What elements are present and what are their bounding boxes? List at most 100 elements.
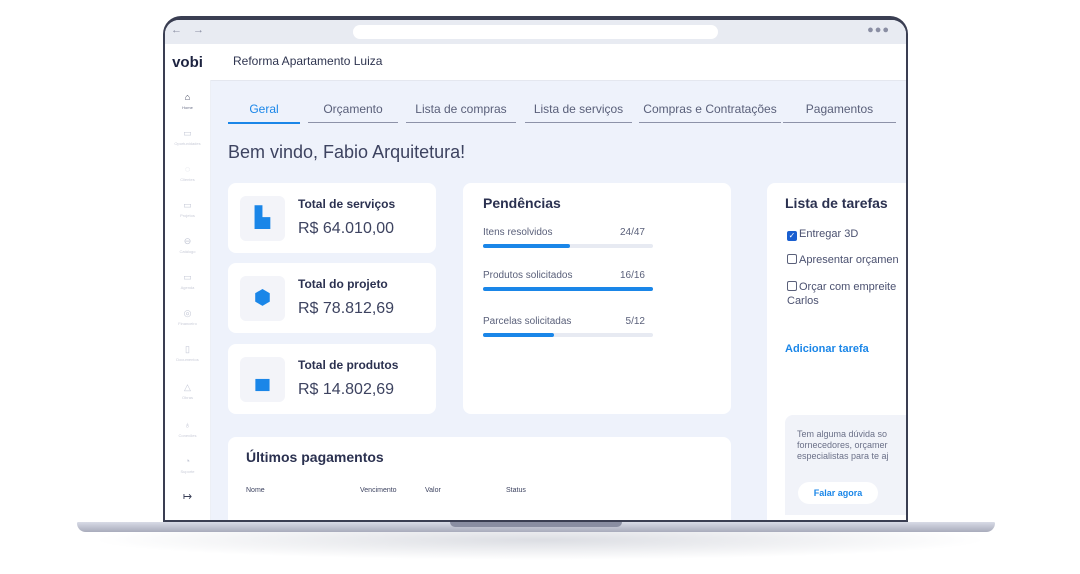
- calendar-icon: ▭: [183, 272, 192, 282]
- crane-icon: △: [184, 382, 191, 392]
- welcome-heading: Bem vindo, Fabio Arquitetura!: [228, 142, 466, 162]
- help-box: Tem alguma dúvida so fornecedores, orçam…: [785, 415, 906, 515]
- progress-fill: [483, 244, 570, 248]
- pendencia-count: 5/12: [625, 316, 645, 327]
- sidebar-item-label: Documentos: [176, 357, 199, 362]
- help-text-line: Tem alguma dúvida so: [797, 429, 888, 439]
- sidebar-item-label: Financeiro: [178, 321, 197, 326]
- stat-value: R$ 14.802,69: [298, 381, 395, 398]
- stat-title: Total de produtos: [298, 358, 399, 372]
- tarefas-card: Lista de tarefas ✓ Entregar 3D Apresentar…: [767, 183, 906, 520]
- progress-track: [483, 333, 653, 337]
- pendencias-title: Pendências: [483, 195, 561, 211]
- tab-orcamento[interactable]: Orçamento: [308, 100, 398, 123]
- pendencia-label: Produtos solicitados: [483, 270, 573, 281]
- sidebar-item-documentos[interactable]: ▯ Documentos: [165, 344, 210, 365]
- bulb-icon: ♁: [184, 420, 191, 430]
- browser-menu-dots-icon[interactable]: ●●●: [867, 24, 890, 36]
- sidebar-item-label: Projetos: [180, 213, 195, 218]
- progress-fill: [483, 287, 653, 291]
- help-text-line: fornecedores, orçamer: [797, 440, 888, 450]
- help-text-line: especialistas para te aj: [797, 451, 889, 461]
- task-item[interactable]: ✓ Entregar 3D: [787, 227, 906, 241]
- pendencia-label: Itens resolvidos: [483, 227, 553, 238]
- browser-address-bar[interactable]: [353, 25, 718, 39]
- progress-track: [483, 287, 653, 291]
- stat-card-projeto: ⬢ Total do projeto R$ 78.812,69: [228, 263, 436, 333]
- browser-nav-arrows-icon[interactable]: ← →: [171, 24, 208, 36]
- laptop-screen: ← → ●●● vobi Reforma Apartamento Luiza ⌂…: [165, 20, 906, 520]
- shopping-bag-icon: ▄: [240, 357, 285, 402]
- sidebar-item-oportunidades[interactable]: ▭ Oportunidades: [165, 128, 210, 149]
- sidebar-item-label: Catálogo: [179, 249, 196, 254]
- stat-value: R$ 64.010,00: [298, 220, 395, 237]
- add-task-link[interactable]: Adicionar tarefa: [785, 343, 869, 355]
- home-icon: ⌂: [184, 92, 191, 102]
- sidebar-item-label: Home: [182, 105, 193, 110]
- task-item[interactable]: Orçar com empreite Carlos: [787, 280, 906, 308]
- sidebar-item-clientes[interactable]: ◌ Clientes: [165, 164, 210, 185]
- laptop-notch: [450, 522, 622, 527]
- checkbox-icon[interactable]: [787, 281, 797, 291]
- sidebar-item-suporte[interactable]: ◔ Suporte: [165, 456, 210, 477]
- sidebar-item-label: Agenda: [180, 285, 195, 290]
- cube-icon: ⬢: [240, 276, 285, 321]
- sidebar: ⌂ Home ▭ Oportunidades ◌ Clientes ▭ Proj…: [165, 80, 211, 520]
- chat-icon: ▭: [183, 128, 192, 138]
- tab-compras-e-contratacoes[interactable]: Compras e Contratações: [639, 100, 781, 123]
- tab-lista-de-compras[interactable]: Lista de compras: [406, 100, 516, 123]
- sidebar-item-obras[interactable]: △ Obras: [165, 382, 210, 403]
- pendencia-count: 24/47: [619, 227, 645, 238]
- task-label: Entregar 3D: [799, 228, 859, 240]
- tab-geral[interactable]: Geral: [228, 100, 300, 124]
- support-icon: ◔: [184, 456, 191, 466]
- project-tabs: Geral Orçamento Lista de compras Lista d…: [228, 100, 898, 124]
- money-icon: ◎: [183, 308, 192, 318]
- sidebar-item-financeiro[interactable]: ◎ Financeiro: [165, 308, 210, 329]
- talk-now-button[interactable]: Falar agora: [798, 482, 878, 504]
- vobi-logo[interactable]: vobi: [165, 54, 210, 71]
- column-header-nome: Nome: [246, 487, 265, 494]
- document-icon: ▯: [185, 344, 190, 354]
- pendencia-count: 16/16: [619, 270, 645, 281]
- help-text: Tem alguma dúvida so fornecedores, orçam…: [797, 429, 906, 462]
- stat-title: Total de serviços: [298, 197, 396, 211]
- sidebar-item-label: Oportunidades: [174, 141, 201, 146]
- checkbox-icon[interactable]: [787, 254, 797, 264]
- sidebar-item-label: Conexões: [178, 433, 197, 438]
- pagamentos-card: Últimos pagamentos Nome Vencimento Valor…: [228, 437, 731, 520]
- sidebar-item-catalogo[interactable]: ⊖ Catálogo: [165, 236, 210, 257]
- browser-toolbar: ← → ●●●: [165, 20, 906, 45]
- sidebar-item-label: Clientes: [180, 177, 195, 182]
- tab-pagamentos[interactable]: Pagamentos: [783, 100, 896, 123]
- sidebar-item-conexoes[interactable]: ♁ Conexões: [165, 420, 210, 441]
- app-header: vobi Reforma Apartamento Luiza: [165, 44, 906, 81]
- logout-icon[interactable]: ↦: [165, 492, 210, 503]
- column-header-valor: Valor: [425, 487, 441, 494]
- user-icon: ◌: [184, 164, 191, 174]
- task-label: Apresentar orçamen: [799, 254, 899, 266]
- column-header-vencimento: Vencimento: [360, 487, 397, 494]
- progress-track: [483, 244, 653, 248]
- stat-value: R$ 78.812,69: [298, 300, 395, 317]
- sidebar-item-projetos[interactable]: ▭ Projetos: [165, 200, 210, 221]
- task-label: Orçar com empreite Carlos: [787, 281, 897, 307]
- pendencia-label: Parcelas solicitadas: [483, 316, 572, 327]
- sidebar-item-agenda[interactable]: ▭ Agenda: [165, 272, 210, 293]
- pendencias-card: Pendências Itens resolvidos 24/47 Produt…: [463, 183, 731, 414]
- tarefas-title: Lista de tarefas: [785, 195, 888, 211]
- car-icon: ⊖: [183, 236, 192, 246]
- stat-title: Total do projeto: [298, 277, 388, 291]
- stat-card-servicos: ▙ Total de serviços R$ 64.010,00: [228, 183, 436, 253]
- checkbox-checked-icon[interactable]: ✓: [787, 231, 797, 241]
- progress-fill: [483, 333, 555, 337]
- column-header-status: Status: [506, 487, 526, 494]
- sidebar-item-label: Obras: [182, 395, 193, 400]
- sidebar-item-label: Suporte: [180, 469, 195, 474]
- pagamentos-title: Últimos pagamentos: [246, 449, 384, 465]
- document-stack-icon: ▙: [240, 196, 285, 241]
- tab-lista-de-servicos[interactable]: Lista de serviços: [525, 100, 632, 123]
- sidebar-item-home[interactable]: ⌂ Home: [165, 92, 210, 113]
- task-item[interactable]: Apresentar orçamen: [787, 253, 906, 267]
- stat-card-produtos: ▄ Total de produtos R$ 14.802,69: [228, 344, 436, 414]
